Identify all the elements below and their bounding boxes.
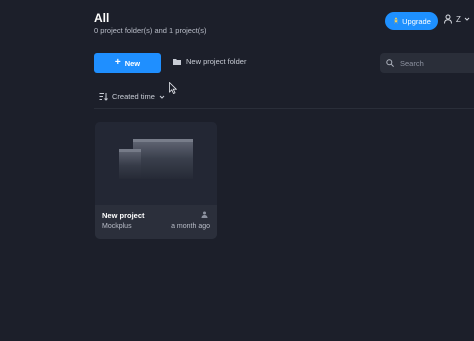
- mouse-cursor-icon: [169, 82, 177, 94]
- project-owner: Mockplus: [102, 223, 132, 230]
- user-menu[interactable]: Z: [443, 14, 470, 24]
- plus-icon: +: [114, 57, 121, 68]
- chevron-down-icon: [159, 95, 165, 99]
- project-thumbnail: [95, 122, 217, 205]
- chevron-down-icon: [464, 17, 470, 21]
- thumbnail-screen-side: [119, 149, 141, 179]
- divider: [94, 108, 474, 109]
- app-page: All 0 project folder(s) and 1 project(s)…: [0, 0, 474, 341]
- new-folder-label: New project folder: [186, 57, 247, 66]
- page-title: All: [94, 11, 110, 25]
- new-button[interactable]: + New: [94, 53, 161, 73]
- search-icon: [386, 59, 394, 67]
- page-subtitle: 0 project folder(s) and 1 project(s): [94, 26, 207, 35]
- new-folder-button[interactable]: New project folder: [173, 57, 246, 66]
- search-box[interactable]: [380, 53, 474, 73]
- person-icon: [201, 211, 208, 218]
- project-time: a month ago: [171, 223, 210, 230]
- thumbnail-screen-main: [133, 139, 193, 179]
- upgrade-button[interactable]: Upgrade: [385, 12, 438, 30]
- project-name: New project: [102, 211, 145, 220]
- user-initial: Z: [456, 14, 461, 24]
- rocket-icon: [394, 17, 399, 24]
- search-input[interactable]: [400, 58, 470, 68]
- folder-icon: [173, 59, 181, 65]
- new-button-label: New: [124, 58, 141, 68]
- project-card[interactable]: New project Mockplus a month ago: [95, 122, 217, 239]
- upgrade-label: Upgrade: [402, 16, 431, 26]
- sort-label: Created time: [112, 92, 155, 101]
- project-card-info: New project Mockplus a month ago: [95, 205, 217, 239]
- sort-icon: [99, 93, 108, 101]
- sort-dropdown[interactable]: Created time: [99, 92, 165, 101]
- person-icon: [444, 14, 452, 24]
